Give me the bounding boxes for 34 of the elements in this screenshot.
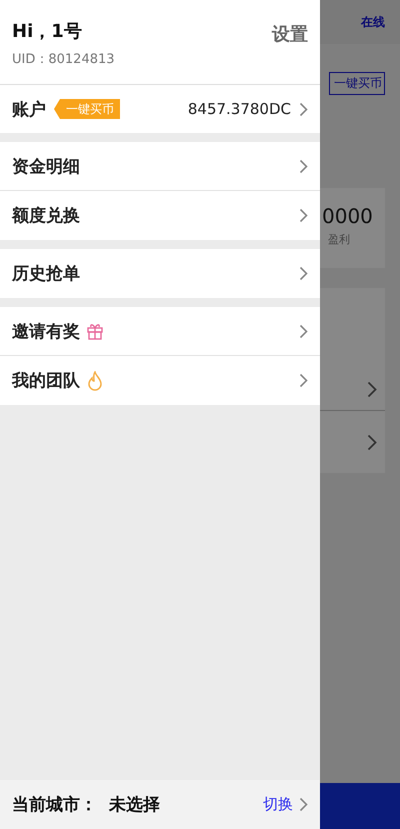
gift-icon <box>86 322 104 340</box>
chevron-icon <box>299 102 308 116</box>
menu-item[interactable]: 我的团队 <box>0 356 320 405</box>
flame-icon <box>86 370 104 390</box>
settings-link[interactable]: 设置 <box>272 22 308 68</box>
city-value: 未选择 <box>109 794 160 816</box>
chevron-icon <box>299 158 308 174</box>
menu-label: 历史抢单 <box>12 263 80 285</box>
status-label: 在线 <box>361 14 385 30</box>
chevron-icon <box>299 208 308 223</box>
chevron-icon <box>299 797 308 812</box>
menu-item[interactable]: 额度兑换 <box>0 191 320 240</box>
balance: 8457.3780DC <box>188 100 291 118</box>
account-label: 账户 <box>12 98 46 120</box>
menu-label: 资金明细 <box>12 156 80 178</box>
menu-label: 额度兑换 <box>12 205 80 227</box>
amount: 0000 <box>322 204 374 228</box>
amount-label: 盈利 <box>328 232 351 247</box>
city-label: 当前城市： <box>12 794 97 816</box>
chevron-icon <box>367 381 377 398</box>
bottom-button[interactable] <box>320 783 400 829</box>
chevron-icon <box>299 324 308 338</box>
menu-item[interactable]: 历史抢单 <box>0 249 320 298</box>
buy-coin-button[interactable]: 一键买币 <box>329 72 385 95</box>
menu-label: 我的团队 <box>12 370 80 392</box>
chevron-icon <box>299 266 308 281</box>
greeting: Hi，1号 <box>12 20 83 44</box>
switch-link[interactable]: 切换 <box>263 795 293 814</box>
menu-item[interactable]: 邀请有奖 <box>0 307 320 356</box>
chevron-icon <box>367 434 377 451</box>
chevron-icon <box>299 373 308 388</box>
user-id: UID：80124813 <box>12 51 115 68</box>
menu-label: 邀请有奖 <box>12 320 80 342</box>
account-row[interactable]: 账户 一键买币 8457.3780DC <box>0 85 320 133</box>
